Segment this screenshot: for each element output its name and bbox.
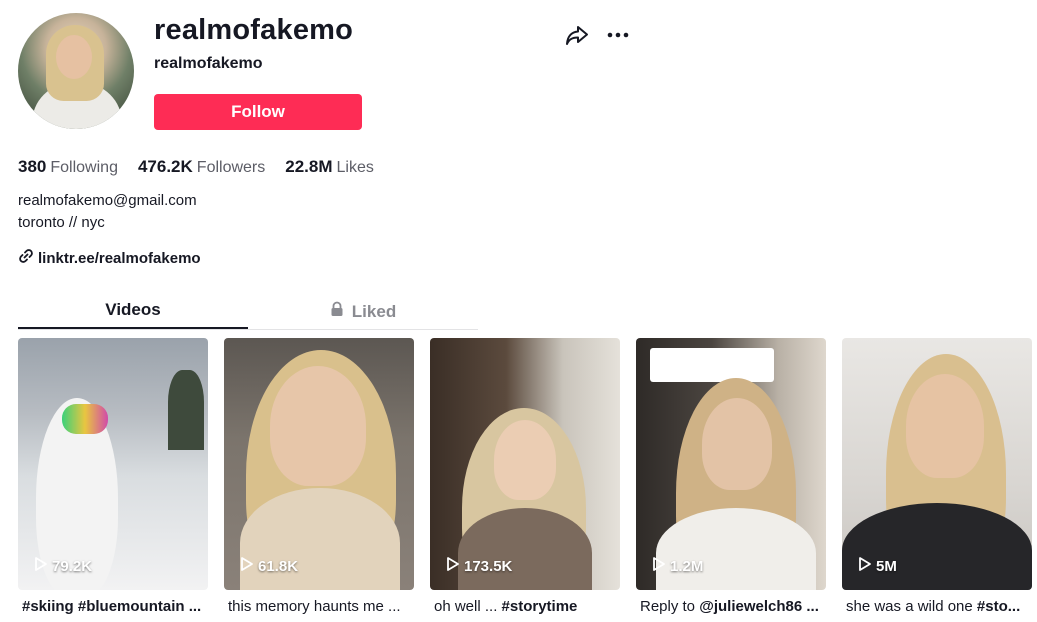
- view-count-text: 173.5K: [464, 557, 513, 575]
- more-icon[interactable]: [605, 22, 631, 48]
- video-person-top: [458, 508, 592, 590]
- follow-button[interactable]: Follow: [154, 94, 362, 130]
- reply-bubble: [650, 348, 774, 382]
- stat-following[interactable]: 380 Following: [18, 157, 118, 177]
- video-person-top: [842, 503, 1032, 590]
- video-person-face: [270, 366, 366, 486]
- video-person-top: [656, 508, 816, 590]
- video-caption-hashtag: #sto...: [976, 598, 1021, 615]
- bio-line-email: realmofakemo@gmail.com: [18, 192, 197, 209]
- view-count: 79.2K: [34, 556, 92, 576]
- video-caption[interactable]: #skiing #bluemountain ...: [22, 598, 212, 615]
- video-caption-hashtag: #storytime: [501, 598, 578, 615]
- tab-liked[interactable]: Liked: [248, 294, 478, 329]
- view-count: 1.2M: [652, 556, 703, 576]
- profile-nickname: realmofakemo: [154, 55, 263, 72]
- video-card[interactable]: 79.2K: [18, 338, 208, 590]
- stat-followers[interactable]: 476.2K Followers: [138, 157, 265, 177]
- view-count-text: 79.2K: [52, 557, 93, 575]
- video-caption[interactable]: oh well ... #storytime: [434, 598, 624, 615]
- view-count: 5M: [858, 556, 897, 576]
- play-icon: [240, 556, 254, 576]
- video-caption-mention: @juliewelch86 ...: [699, 598, 819, 615]
- video-card[interactable]: 5M: [842, 338, 1032, 590]
- tab-liked-label: Liked: [351, 301, 397, 321]
- view-count: 173.5K: [446, 556, 512, 576]
- video-caption[interactable]: this memory haunts me ...: [228, 598, 418, 615]
- play-icon: [652, 556, 666, 576]
- stat-likes: 22.8M Likes: [285, 157, 374, 177]
- bio-line-location: toronto // nyc: [18, 214, 105, 231]
- view-count-text: 5M: [876, 557, 897, 575]
- profile-username: realmofakemo: [154, 14, 354, 46]
- stat-value: 380: [18, 157, 47, 176]
- ski-goggles: [62, 404, 108, 434]
- view-count-text: 61.8K: [258, 557, 299, 575]
- video-card[interactable]: 1.2M: [636, 338, 826, 590]
- share-icon[interactable]: [564, 22, 590, 48]
- stat-value: 22.8M: [285, 157, 333, 176]
- video-person-face: [702, 398, 772, 490]
- video-caption-text: #skiing #bluemountain ...: [22, 598, 202, 615]
- stat-label: Followers: [196, 159, 266, 176]
- video-card[interactable]: 61.8K: [224, 338, 414, 590]
- video-caption[interactable]: she was a wild one #sto...: [846, 598, 1036, 615]
- video-person-face: [494, 420, 556, 500]
- bio-link-text: linktr.ee/realmofakemo: [38, 249, 201, 267]
- view-count: 61.8K: [240, 556, 298, 576]
- stat-label: Likes: [336, 159, 374, 176]
- profile-bio: realmofakemo@gmail.com toronto // nyc: [18, 190, 197, 234]
- lock-icon: [330, 296, 344, 328]
- play-icon: [34, 556, 48, 576]
- play-icon: [858, 556, 872, 576]
- tab-videos[interactable]: Videos: [18, 294, 248, 329]
- play-icon: [446, 556, 460, 576]
- tree-shape: [168, 370, 204, 450]
- video-caption-text: this memory haunts me ...: [228, 598, 401, 615]
- video-caption-text: Reply to: [640, 598, 700, 615]
- bio-link[interactable]: linktr.ee/realmofakemo: [18, 248, 201, 268]
- stat-value: 476.2K: [137, 157, 193, 176]
- avatar: [18, 13, 134, 129]
- link-icon: [18, 248, 34, 268]
- video-person-face: [906, 374, 984, 478]
- video-caption[interactable]: Reply to @juliewelch86 ...: [640, 598, 830, 615]
- profile-stats: 380 Following 476.2K Followers 22.8M Likes: [18, 157, 374, 177]
- stat-label: Following: [50, 159, 118, 176]
- video-caption-text: she was a wild one: [846, 598, 977, 615]
- view-count-text: 1.2M: [670, 557, 704, 575]
- avatar-face: [56, 35, 92, 79]
- profile-tabs: Videos Liked: [18, 294, 478, 330]
- video-card[interactable]: 173.5K: [430, 338, 620, 590]
- video-caption-text: oh well ...: [434, 598, 502, 615]
